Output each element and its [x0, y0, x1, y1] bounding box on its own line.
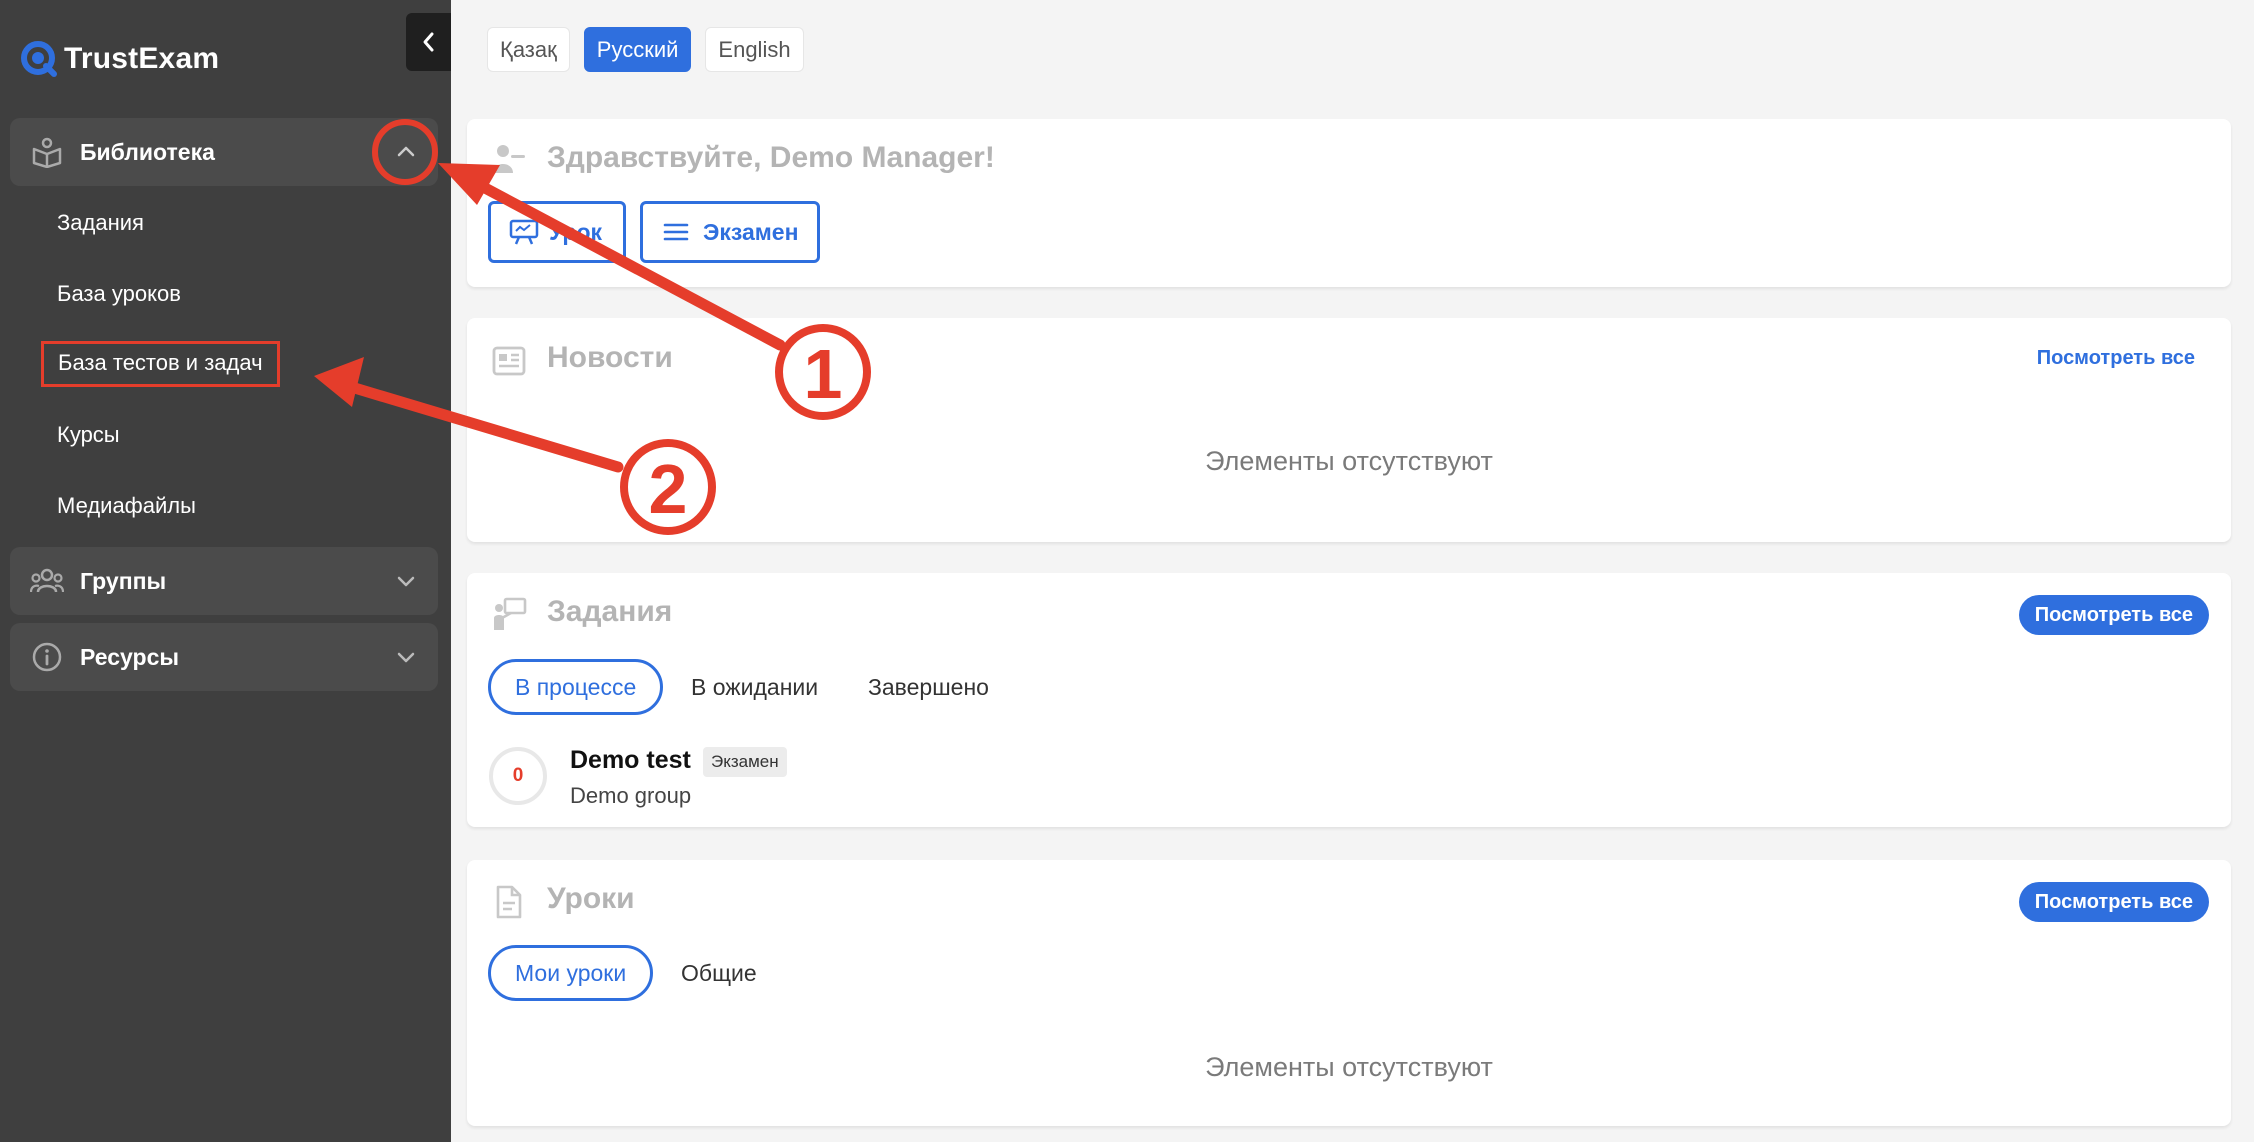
- new-exam-label: Экзамен: [703, 218, 799, 245]
- tab-shared-lessons[interactable]: Общие: [681, 945, 757, 1001]
- new-lesson-button[interactable]: Урок: [488, 201, 626, 263]
- logo-icon: [21, 41, 57, 77]
- lessons-view-all-button[interactable]: Посмотреть все: [2018, 882, 2209, 922]
- users-icon: [30, 564, 64, 598]
- sidebar-item-tasks[interactable]: Задания: [57, 210, 144, 236]
- newspaper-icon: [492, 346, 526, 376]
- lessons-title: Уроки: [547, 882, 635, 915]
- sidebar: TrustExam Библиотека Задания База уроков…: [0, 0, 451, 1142]
- sidebar-item-tests-base[interactable]: База тестов и задач: [41, 341, 280, 387]
- teacher-board-icon: [494, 597, 527, 630]
- lessons-empty-state: Элементы отсутствуют: [1205, 1052, 1493, 1082]
- chevron-up-icon[interactable]: [392, 138, 420, 166]
- sidebar-group-label: Ресурсы: [80, 643, 180, 670]
- sidebar-group-resources[interactable]: Ресурсы: [10, 623, 438, 691]
- presentation-icon: [509, 219, 539, 245]
- welcome-title: Здравствуйте, Demo Manager!: [547, 141, 995, 174]
- tasks-card: Задания Посмотреть все В процессе В ожид…: [467, 573, 2231, 827]
- task-type-badge: Экзамен: [703, 747, 787, 777]
- tab-completed[interactable]: Завершено: [868, 659, 989, 715]
- score-badge: 0: [489, 747, 547, 805]
- teacher-icon: [493, 145, 525, 173]
- chevron-left-icon: [423, 32, 433, 52]
- welcome-card: Здравствуйте, Demo Manager! Урок Экзамен: [467, 119, 2231, 287]
- new-exam-button[interactable]: Экзамен: [640, 201, 820, 263]
- tab-pending[interactable]: В ожидании: [691, 659, 818, 715]
- app-logo[interactable]: TrustExam: [20, 40, 219, 78]
- document-icon: [496, 885, 522, 919]
- chevron-down-icon[interactable]: [392, 643, 420, 671]
- chevron-down-icon[interactable]: [392, 567, 420, 595]
- new-lesson-label: Урок: [549, 218, 603, 245]
- sidebar-group-label: Библиотека: [80, 138, 215, 165]
- news-view-all-link[interactable]: Посмотреть все: [2037, 347, 2195, 370]
- tab-in-progress[interactable]: В процессе: [488, 659, 664, 715]
- language-switcher: Қазақ Русский English: [487, 27, 804, 72]
- sidebar-item-courses[interactable]: Курсы: [57, 422, 120, 448]
- news-title: Новости: [547, 341, 673, 374]
- sidebar-group-label: Группы: [80, 567, 167, 594]
- sidebar-item-lessons-base[interactable]: База уроков: [57, 281, 181, 307]
- lang-russian-button[interactable]: Русский: [583, 27, 692, 72]
- tasks-title: Задания: [547, 595, 673, 628]
- sidebar-item-media[interactable]: Медиафайлы: [57, 493, 196, 519]
- collapse-sidebar-button[interactable]: [406, 13, 451, 71]
- task-title[interactable]: Demo test: [570, 746, 691, 775]
- list-icon: [663, 223, 689, 241]
- app-name: TrustExam: [64, 42, 220, 75]
- tasks-view-all-button[interactable]: Посмотреть все: [2018, 595, 2209, 635]
- info-icon: [30, 640, 64, 674]
- lang-english-button[interactable]: English: [705, 27, 804, 72]
- task-group: Demo group: [570, 783, 692, 808]
- lang-kazakh-button[interactable]: Қазақ: [487, 27, 570, 72]
- news-card: Новости Посмотреть все Элементы отсутств…: [467, 318, 2231, 542]
- news-empty-state: Элементы отсутствуют: [1205, 446, 1493, 476]
- lessons-card: Уроки Посмотреть все Мои уроки Общие Эле…: [467, 860, 2231, 1126]
- tab-my-lessons[interactable]: Мои уроки: [488, 945, 654, 1001]
- sidebar-group-groups[interactable]: Группы: [10, 547, 438, 615]
- sidebar-group-library[interactable]: Библиотека: [10, 118, 438, 186]
- book-reader-icon: [30, 135, 64, 169]
